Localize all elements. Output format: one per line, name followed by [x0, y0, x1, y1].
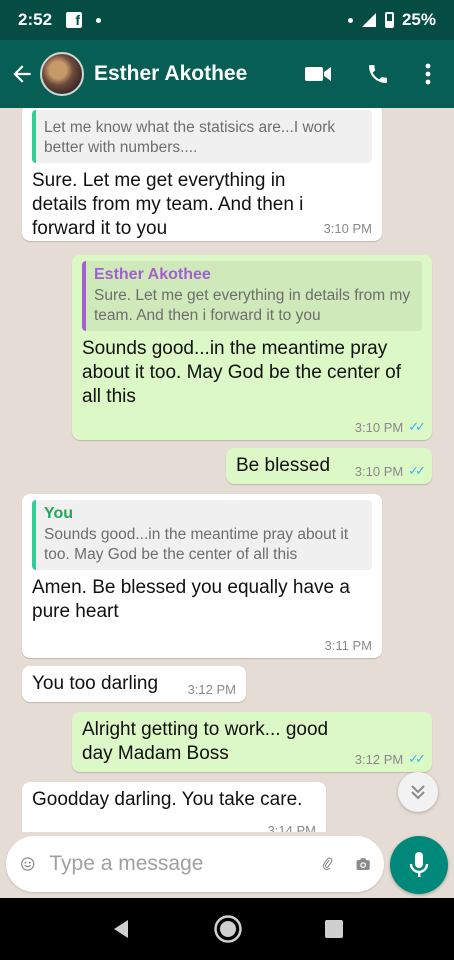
emoji-icon[interactable]: [20, 850, 35, 878]
signal-icon: [361, 13, 376, 27]
voice-message-button[interactable]: [390, 836, 448, 894]
message-time: 3:10 PM: [354, 419, 404, 435]
status-right: 25%: [347, 10, 436, 30]
message-composer: [6, 836, 384, 892]
message-time: 3:12 PM: [354, 751, 404, 767]
message-outgoing[interactable]: Esther Akothee Sure. Let me get everythi…: [72, 255, 432, 440]
message-incoming[interactable]: Let me know what the statisics are...I w…: [22, 108, 382, 241]
more-vert-icon[interactable]: [424, 62, 432, 86]
message-time: 3:10 PM: [323, 221, 372, 236]
status-bar: 2:52 f 25%: [0, 0, 454, 40]
message-outgoing[interactable]: Alright getting to work... good day Mada…: [72, 712, 432, 772]
back-button[interactable]: [4, 61, 40, 87]
read-ticks-icon: ✓✓: [408, 751, 426, 766]
message-list[interactable]: Let me know what the statisics are...I w…: [0, 108, 454, 832]
nav-back-icon[interactable]: [110, 918, 132, 940]
microphone-icon: [409, 852, 429, 877]
double-chevron-down-icon: [411, 785, 425, 800]
system-navigation-bar: [0, 898, 454, 960]
message-time: 3:12 PM: [187, 682, 236, 697]
arrow-left-icon: [13, 65, 31, 83]
read-ticks-icon: ✓✓: [408, 463, 426, 478]
battery-icon: [384, 12, 394, 28]
quoted-text: Sure. Let me get everything in details f…: [94, 287, 411, 324]
quoted-message[interactable]: Let me know what the statisics are...I w…: [32, 110, 372, 163]
status-time: 2:52: [18, 10, 53, 29]
message-text: Goodday darling. You take care.: [32, 789, 303, 810]
quoted-author: Esther Akothee: [94, 266, 211, 283]
message-incoming[interactable]: You Sounds good...in the meantime pray a…: [22, 494, 382, 658]
message-incoming[interactable]: Goodday darling. You take care. 3:14 PM: [22, 782, 326, 832]
message-time: 3:14 PM: [267, 823, 316, 832]
battery-percent: 25%: [401, 10, 436, 29]
quoted-author: You: [44, 505, 74, 522]
quoted-text: Let me know what the statisics are...I w…: [44, 119, 336, 156]
message-text: Sure. Let me get everything in details f…: [32, 170, 304, 239]
contact-avatar[interactable]: [40, 52, 84, 96]
message-text: Sounds good...in the meantime pray about…: [82, 338, 401, 407]
video-camera-icon[interactable]: [304, 64, 332, 84]
phone-icon[interactable]: [366, 62, 390, 86]
chat-header: Esther Akothee: [0, 40, 454, 108]
message-input[interactable]: [49, 852, 321, 876]
nav-home-icon[interactable]: [213, 914, 243, 944]
message-outgoing[interactable]: Be blessed 3:10 PM ✓✓: [226, 448, 432, 484]
paperclip-icon[interactable]: [320, 850, 335, 878]
camera-icon[interactable]: [356, 852, 370, 876]
message-incoming[interactable]: You too darling 3:12 PM: [22, 666, 246, 702]
read-ticks-icon: ✓✓: [408, 419, 426, 434]
status-dot-icon: [347, 17, 353, 23]
quoted-message[interactable]: You Sounds good...in the meantime pray a…: [32, 500, 372, 570]
message-time: 3:10 PM: [354, 463, 404, 479]
quoted-text: Sounds good...in the meantime pray about…: [44, 526, 349, 563]
message-time: 3:11 PM: [324, 638, 372, 653]
contact-name[interactable]: Esther Akothee: [94, 62, 304, 86]
nav-recents-icon[interactable]: [324, 919, 344, 939]
message-text: Amen. Be blessed you equally have a pure…: [32, 577, 350, 622]
scroll-to-bottom-button[interactable]: [398, 772, 438, 812]
notification-dot-icon: [96, 17, 102, 23]
facebook-notification-icon: f: [66, 12, 83, 28]
quoted-message[interactable]: Esther Akothee Sure. Let me get everythi…: [82, 261, 422, 331]
